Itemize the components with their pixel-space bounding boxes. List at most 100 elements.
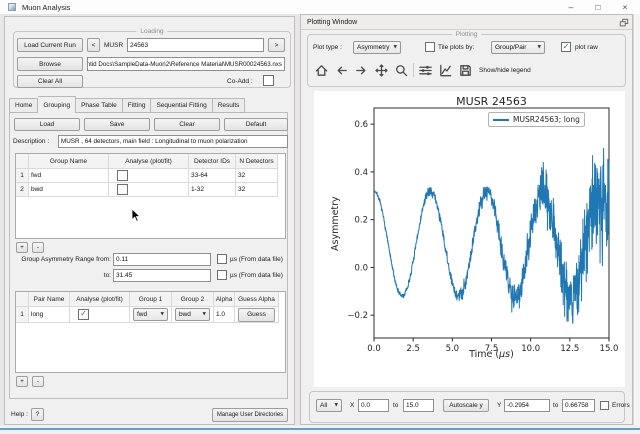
x-tick-label: 10.0 [521,344,540,354]
plotting-window: Plotting Window Plotting Plot type : Asy… [300,14,633,425]
x-to-input[interactable]: 15.0 [403,399,434,412]
row-header: 1 [16,169,29,183]
minimize-button[interactable]: – [563,1,579,14]
plot-raw-label: plot raw [575,44,598,51]
y-range-label: Y [497,402,501,409]
pair-remove-button[interactable]: - [32,376,44,387]
pair-group1-combo[interactable]: fwd▼ [133,308,168,321]
plot-type-combo[interactable]: Asymmetry▼ [353,41,401,54]
tab-sequential-fitting[interactable]: Sequential Fitting [151,98,212,113]
previous-run-button[interactable]: < [87,38,100,52]
y-tick-label: 0.6 [354,120,368,130]
help-label: Help : [11,411,28,418]
customize-icon[interactable] [437,62,454,79]
legend-toggle-label[interactable]: Show/hide legend [479,67,531,74]
plot-canvas[interactable]: MUSR 24563 Asymmetry Time (µs) 0.02.55.0… [314,91,625,387]
browse-button[interactable]: Browse [17,57,83,71]
table-cell: 32 [236,169,278,183]
x-range-label: X [350,402,354,409]
table-cell: 32 [236,183,278,197]
group-remove-button[interactable]: - [32,242,44,253]
asymmetry-to-file-checkbox[interactable] [217,270,227,280]
subplots-icon[interactable] [417,62,434,79]
clear-all-button[interactable]: Clear All [17,75,83,88]
table-cell: ✓ [70,307,130,323]
description-field[interactable]: MUSR , 64 detectors, main field : Longit… [58,135,288,148]
table-cell: fwd [29,169,109,183]
grouping-default-button[interactable]: Default [224,118,288,131]
table-cell: 1-32 [189,183,236,197]
pair-analyse-checkbox[interactable]: ✓ [78,309,89,320]
back-icon[interactable] [333,62,350,79]
pair-group2-combo[interactable]: bwd▼ [175,308,210,321]
tab-fitting[interactable]: Fitting [123,98,152,113]
window-title: Muon Analysis [22,0,70,15]
y-to-input[interactable]: 0.66758 [562,399,595,412]
guess-alpha-button[interactable]: Guess [238,308,275,322]
tab-results[interactable]: Results [213,98,246,113]
close-button[interactable]: × [617,1,633,14]
scope-combo[interactable]: All▼ [316,399,342,412]
x-to-label: to [393,402,398,409]
table-corner [16,154,29,169]
tab-home[interactable]: Home [9,98,38,113]
grouping-clear-button[interactable]: Clear [154,118,220,131]
plotting-window-titlebar: Plotting Window [301,15,632,30]
plotting-group-label: Plotting [452,31,482,38]
tile-plots-checkbox[interactable] [425,42,435,52]
plot-toolbar [313,61,474,79]
home-icon[interactable] [313,62,330,79]
plot-raw-checkbox[interactable]: ✓ [561,42,571,52]
save-icon[interactable] [457,62,474,79]
group-analyse-checkbox[interactable] [117,184,128,195]
file-path-field[interactable]: s\Mantid Docs\SampleData-Muon2\Reference… [87,57,285,71]
group-add-button[interactable]: + [16,242,28,253]
column-header: Detector IDs [189,154,236,169]
grouping-load-button[interactable]: Load [14,118,80,131]
load-current-run-button[interactable]: Load Current Run [17,38,83,52]
pair-group2-combo-value: bwd [179,311,191,318]
tab-grouping[interactable]: Grouping [38,96,76,113]
toolbar-separator [413,63,414,77]
float-dock-icon[interactable] [619,18,629,28]
column-header: Analyse (plot/fit) [109,154,189,169]
x-from-input[interactable]: 0.0 [358,399,389,412]
asymmetry-from-file-checkbox[interactable] [217,254,227,264]
tile-plots-label: Tile plots by: [438,44,474,51]
pair-add-button[interactable]: + [16,376,28,387]
errors-checkbox[interactable] [600,401,609,410]
asymmetry-to-unit-label: µs (From data file) [230,272,283,279]
tab-bar: HomeGroupingPhase TableFittingSequential… [9,96,245,113]
group-analyse-checkbox[interactable] [117,170,128,181]
mouse-cursor [131,208,141,223]
pan-icon[interactable] [373,62,390,79]
table-cell: bwd [29,183,109,197]
group-table: Group NameAnalyse (plot/fit)Detector IDs… [15,153,286,239]
forward-icon[interactable] [353,62,370,79]
tile-by-combo[interactable]: Group/Pair ▼ [491,41,545,54]
maximize-button[interactable]: □ [590,1,606,14]
y-from-input[interactable]: -0.2954 [504,399,550,412]
column-header: N Detectors [236,154,278,169]
screen: Muon Analysis – □ × Loading Load Current… [0,0,640,434]
asymmetry-range-from-input[interactable]: 0.11 [113,253,211,266]
column-header: Alpha [214,292,235,307]
table-corner [16,292,29,307]
y-tick-label: −0.2 [347,311,368,321]
errors-label: Errors [612,402,630,409]
manage-user-directories-button[interactable]: Manage User Directories [212,408,288,422]
tab-phase-table[interactable]: Phase Table [76,98,123,113]
autoscale-y-button[interactable]: Autoscale y [443,399,489,412]
plot-legend: MUSR24563; long [488,112,585,127]
chevron-down-icon: ▼ [538,45,541,50]
table-cell: bwd▼ [172,307,214,323]
right-edge-panel [633,14,640,425]
help-button[interactable]: ? [31,408,44,421]
zoom-icon[interactable] [393,62,410,79]
co-add-checkbox[interactable] [263,75,274,86]
next-run-button[interactable]: > [268,38,285,52]
tile-by-value: Group/Pair [495,44,526,51]
grouping-save-button[interactable]: Save [84,118,150,131]
asymmetry-range-to-input[interactable]: 31.45 [113,269,211,282]
run-number-input[interactable]: 24563 [127,38,264,52]
